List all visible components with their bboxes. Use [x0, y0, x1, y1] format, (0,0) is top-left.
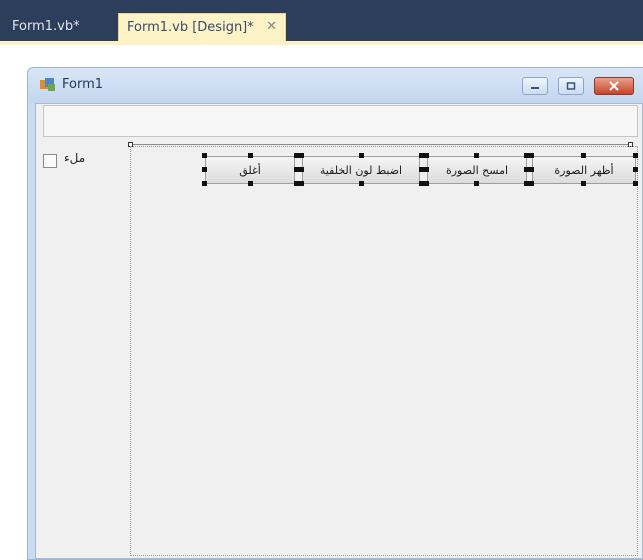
document-tabstrip: Form1.vb* Form1.vb [Design]* ✕	[0, 0, 643, 42]
tab-form1-design[interactable]: Form1.vb [Design]* ✕	[118, 13, 286, 42]
close-form-button[interactable]: أغلق	[205, 156, 295, 184]
selection-handle[interactable]	[633, 153, 638, 158]
selection-handle[interactable]	[581, 153, 586, 158]
selection-handle[interactable]	[424, 167, 429, 172]
clear-picture-button[interactable]: امسح الصورة	[427, 156, 527, 184]
minimize-icon	[531, 87, 539, 89]
selection-handle[interactable]	[359, 153, 364, 158]
fill-checkbox[interactable]	[43, 154, 57, 168]
selection-handle[interactable]	[529, 167, 534, 172]
toolstrip-panel[interactable]	[43, 105, 638, 137]
set-background-color-button[interactable]: اضبط لون الخلفية	[302, 156, 420, 184]
selection-handle[interactable]	[299, 167, 304, 172]
selection-handle[interactable]	[248, 153, 253, 158]
form-client-area: ملء أظهر الصورة امسح الصورة اضبط لون الخ…	[35, 103, 643, 559]
form-window[interactable]: Form1 ملء أظهر الصورة امسح الصورة اضبط ل…	[27, 67, 643, 560]
selection-handle[interactable]	[248, 181, 253, 186]
selection-handle[interactable]	[202, 167, 207, 172]
selection-handle[interactable]	[529, 181, 534, 186]
form-icon	[40, 78, 55, 91]
selection-handle[interactable]	[529, 153, 534, 158]
picture-box-area	[131, 146, 638, 556]
selection-handle[interactable]	[633, 181, 638, 186]
maximize-button[interactable]	[558, 77, 584, 95]
tab-form1-code[interactable]: Form1.vb*	[4, 13, 104, 42]
form-titlebar: Form1	[28, 68, 643, 103]
left-panel: ملء	[36, 146, 131, 556]
selection-handle[interactable]	[474, 153, 479, 158]
selection-handle[interactable]	[474, 181, 479, 186]
selection-handle[interactable]	[299, 153, 304, 158]
close-tab-icon[interactable]: ✕	[266, 19, 277, 34]
selection-handle[interactable]	[424, 181, 429, 186]
close-button[interactable]	[594, 77, 634, 95]
selection-handle[interactable]	[633, 167, 638, 172]
show-picture-button[interactable]: أظهر الصورة	[532, 156, 636, 184]
maximize-icon	[566, 82, 576, 90]
selection-handle[interactable]	[202, 181, 207, 186]
tab-label: Form1.vb*	[12, 19, 80, 34]
selection-handle[interactable]	[424, 153, 429, 158]
form-title: Form1	[62, 77, 104, 92]
minimize-button[interactable]	[522, 77, 548, 95]
close-icon	[609, 81, 619, 91]
selection-handle[interactable]	[581, 181, 586, 186]
selection-handle[interactable]	[359, 181, 364, 186]
fill-checkbox-label: ملء	[64, 151, 86, 165]
selection-handle[interactable]	[299, 181, 304, 186]
split-divider[interactable]	[130, 144, 632, 145]
selection-handle[interactable]	[202, 153, 207, 158]
tab-label: Form1.vb [Design]*	[127, 20, 254, 35]
